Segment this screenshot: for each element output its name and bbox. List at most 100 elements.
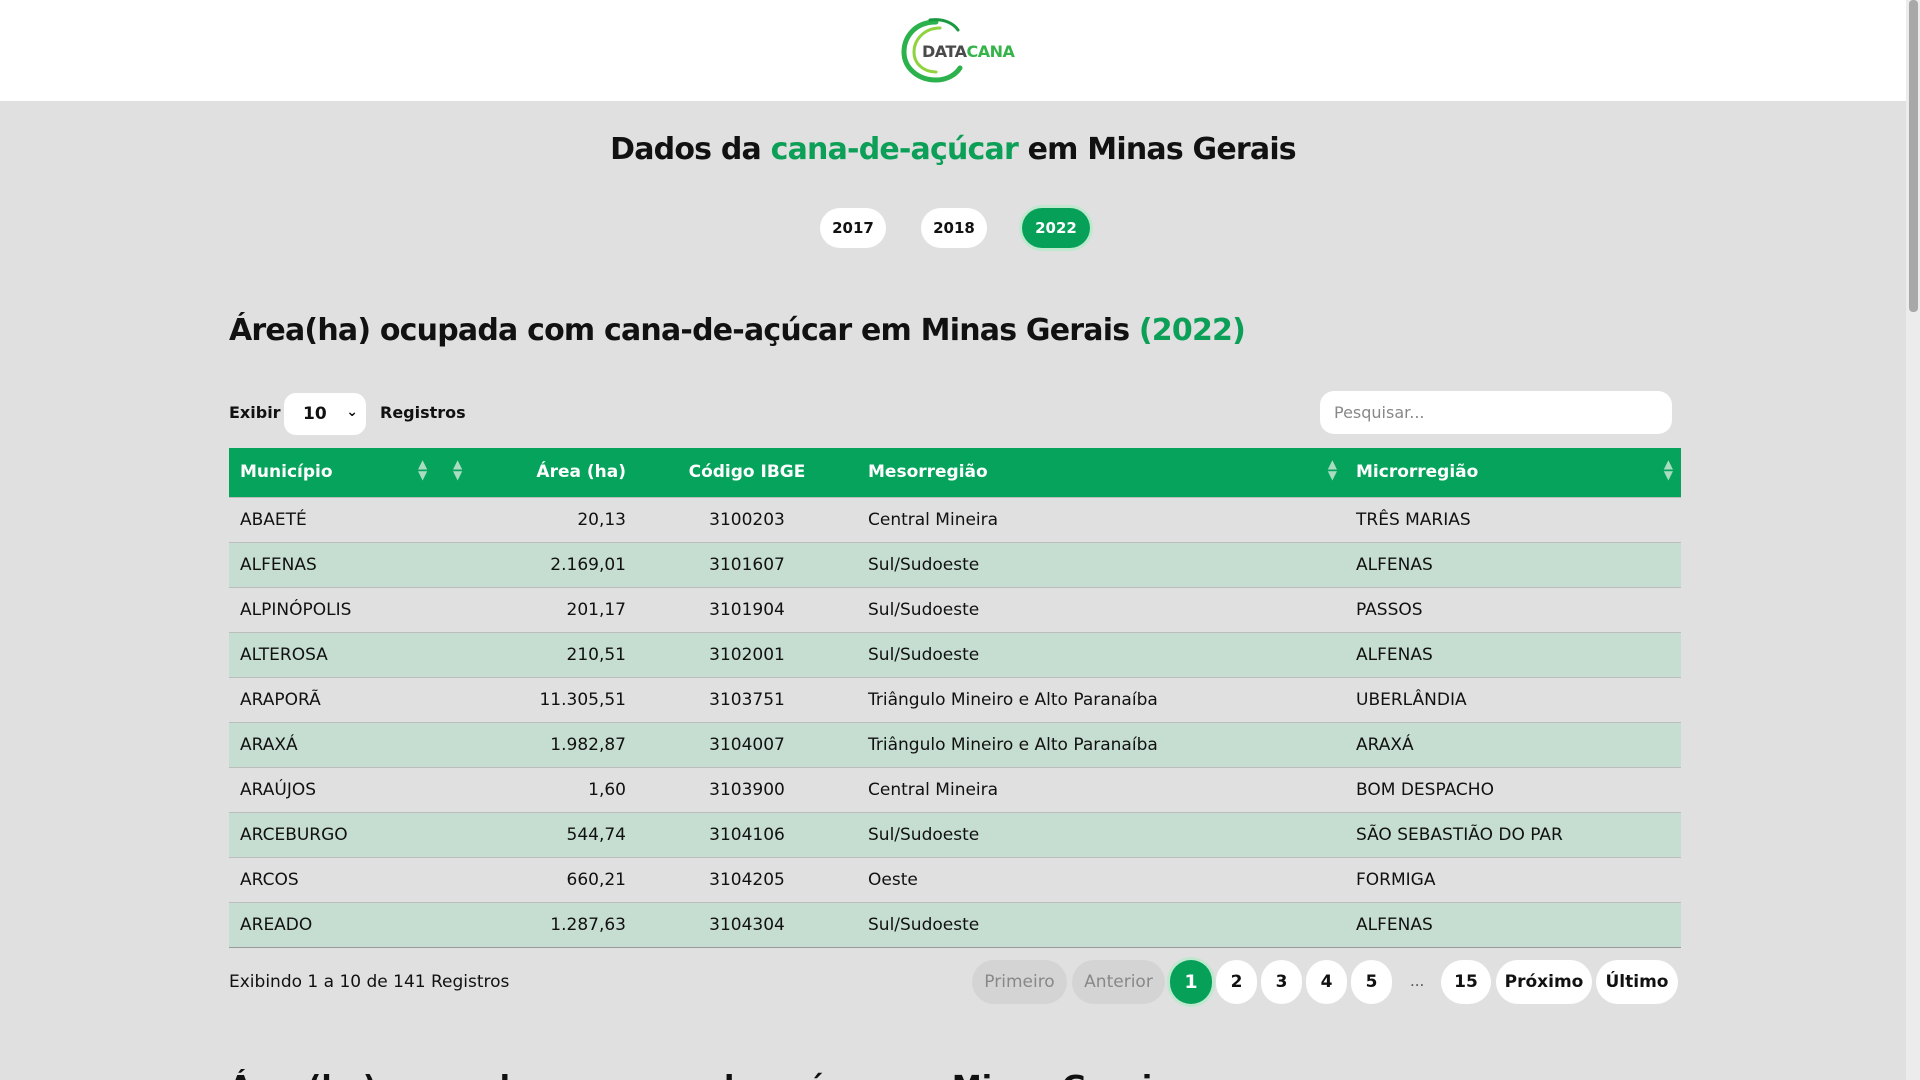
page-length-value: 10 xyxy=(303,404,327,424)
cell-area: 1.287,63 xyxy=(477,901,637,948)
table-row: ARCOS 660,21 3104205 Oeste FORMIGA xyxy=(229,856,1681,902)
table-row: ARCEBURGO 544,74 3104106 Sul/Sudoeste SÃ… xyxy=(229,811,1681,857)
table-row: ALFENAS 2.169,01 3101607 Sul/Sudoeste AL… xyxy=(229,541,1681,587)
page-button-4[interactable]: 4 xyxy=(1306,960,1347,1004)
table-row: ALTEROSA 210,51 3102001 Sul/Sudoeste ALF… xyxy=(229,631,1681,677)
cell-microrregiao: ALFENAS xyxy=(1345,631,1681,677)
page-button-2[interactable]: 2 xyxy=(1216,960,1257,1004)
search-input[interactable] xyxy=(1320,391,1672,434)
cell-codigo-ibge: 3104304 xyxy=(637,901,857,948)
cell-microrregiao: BOM DESPACHO xyxy=(1345,766,1681,812)
pagination-ellipsis: ... xyxy=(1410,972,1425,990)
page-button-15[interactable]: 15 xyxy=(1441,960,1491,1004)
cell-area: 11.305,51 xyxy=(477,676,637,722)
table-row: ABAETÉ 20,13 3100203 Central Mineira TRÊ… xyxy=(229,496,1681,542)
previous-page-button[interactable]: Anterior xyxy=(1072,960,1165,1004)
cell-municipio: ARCEBURGO xyxy=(229,811,477,857)
data-table: Município ▲ ▼ ▲ ▼ Área (ha) Código IBGE Me… xyxy=(229,448,1681,948)
cell-microrregiao: PASSOS xyxy=(1345,586,1681,632)
year-button-2017[interactable]: 2017 xyxy=(820,208,886,248)
sort-icon[interactable]: ▲ ▼ xyxy=(1664,458,1673,481)
cell-area: 1.982,87 xyxy=(477,721,637,767)
year-button-2022[interactable]: 2022 xyxy=(1022,208,1090,248)
sort-icon[interactable]: ▲ ▼ xyxy=(418,458,427,481)
table-row: ARAPORÃ 11.305,51 3103751 Triângulo Mine… xyxy=(229,676,1681,722)
datacana-logo[interactable]: DATACANA xyxy=(900,16,1015,86)
cell-microrregiao: FORMIGA xyxy=(1345,856,1681,902)
cell-codigo-ibge: 3104007 xyxy=(637,721,857,767)
records-info: Exibindo 1 a 10 de 141 Registros xyxy=(229,972,510,992)
show-label: Exibir xyxy=(229,403,281,422)
column-header-area[interactable]: Área (ha) xyxy=(477,448,637,497)
cell-municipio: ALPINÓPOLIS xyxy=(229,586,477,632)
cell-mesorregiao: Sul/Sudoeste xyxy=(857,586,1345,632)
cell-microrregiao: TRÊS MARIAS xyxy=(1345,496,1681,542)
sort-icon[interactable]: ▲ ▼ xyxy=(1328,458,1337,481)
cell-municipio: ALFENAS xyxy=(229,541,477,587)
first-page-button[interactable]: Primeiro xyxy=(972,960,1067,1004)
column-header-municipio[interactable]: Município ▲ ▼ ▲ ▼ xyxy=(229,448,477,497)
cell-municipio: ALTEROSA xyxy=(229,631,477,677)
page-length-select[interactable]: 10 ⌄ xyxy=(284,393,366,435)
column-header-codigo-ibge[interactable]: Código IBGE xyxy=(637,448,857,497)
logo-text: DATACANA xyxy=(922,42,1015,61)
cell-municipio: ARCOS xyxy=(229,856,477,902)
cell-mesorregiao: Central Mineira xyxy=(857,766,1345,812)
cell-mesorregiao: Central Mineira xyxy=(857,496,1345,542)
cell-codigo-ibge: 3102001 xyxy=(637,631,857,677)
cell-mesorregiao: Sul/Sudoeste xyxy=(857,541,1345,587)
table-row: ARAÚJOS 1,60 3103900 Central Mineira BOM… xyxy=(229,766,1681,812)
cell-area: 20,13 xyxy=(477,496,637,542)
cell-municipio: ARAÚJOS xyxy=(229,766,477,812)
cell-codigo-ibge: 3101904 xyxy=(637,586,857,632)
cell-mesorregiao: Sul/Sudoeste xyxy=(857,631,1345,677)
cell-microrregiao: ALFENAS xyxy=(1345,901,1681,948)
table-row: ALPINÓPOLIS 201,17 3101904 Sul/Sudoeste … xyxy=(229,586,1681,632)
last-page-button[interactable]: Último xyxy=(1596,960,1678,1004)
cell-municipio: ARAPORÃ xyxy=(229,676,477,722)
cell-municipio: ABAETÉ xyxy=(229,496,477,542)
page-button-3[interactable]: 3 xyxy=(1261,960,1302,1004)
cell-municipio: ARAXÁ xyxy=(229,721,477,767)
cell-microrregiao: ALFENAS xyxy=(1345,541,1681,587)
page-scrollbar[interactable] xyxy=(1906,0,1920,1080)
page-button-1[interactable]: 1 xyxy=(1170,960,1212,1004)
cell-codigo-ibge: 3103751 xyxy=(637,676,857,722)
column-header-microrregiao[interactable]: Microrregião ▲ ▼ xyxy=(1345,448,1681,497)
year-button-2018[interactable]: 2018 xyxy=(921,208,987,248)
column-header-mesorregiao[interactable]: Mesorregião ▲ ▼ xyxy=(857,448,1345,497)
cell-area: 544,74 xyxy=(477,811,637,857)
next-section-title-cutoff: Área(ha) ocupada com cana-de-açúcar em M… xyxy=(229,1066,1209,1080)
cell-mesorregiao: Sul/Sudoeste xyxy=(857,901,1345,948)
cell-area: 2.169,01 xyxy=(477,541,637,587)
cell-codigo-ibge: 3103900 xyxy=(637,766,857,812)
section-title: Área(ha) ocupada com cana-de-açúcar em M… xyxy=(229,313,1246,348)
cell-microrregiao: UBERLÂNDIA xyxy=(1345,676,1681,722)
table-header-row: Município ▲ ▼ ▲ ▼ Área (ha) Código IBGE Me… xyxy=(229,448,1681,497)
cell-mesorregiao: Oeste xyxy=(857,856,1345,902)
page-button-5[interactable]: 5 xyxy=(1351,960,1392,1004)
next-page-button[interactable]: Próximo xyxy=(1496,960,1592,1004)
page-title: Dados da cana-de-açúcar em Minas Gerais xyxy=(610,132,1297,167)
cell-mesorregiao: Sul/Sudoeste xyxy=(857,811,1345,857)
table-row: ARAXÁ 1.982,87 3104007 Triângulo Mineiro… xyxy=(229,721,1681,767)
cell-mesorregiao: Triângulo Mineiro e Alto Paranaíba xyxy=(857,721,1345,767)
cell-area: 1,60 xyxy=(477,766,637,812)
cell-mesorregiao: Triângulo Mineiro e Alto Paranaíba xyxy=(857,676,1345,722)
cutoff-title-text: Área(ha) ocupada com cana-de-açúcar em M… xyxy=(229,1070,1209,1080)
cell-codigo-ibge: 3100203 xyxy=(637,496,857,542)
cell-area: 201,17 xyxy=(477,586,637,632)
cell-microrregiao: ARAXÁ xyxy=(1345,721,1681,767)
site-header: DATACANA xyxy=(0,0,1906,101)
cell-codigo-ibge: 3104205 xyxy=(637,856,857,902)
cell-codigo-ibge: 3104106 xyxy=(637,811,857,857)
cell-codigo-ibge: 3101607 xyxy=(637,541,857,587)
sort-icon[interactable]: ▲ ▼ xyxy=(453,458,462,481)
cell-area: 210,51 xyxy=(477,631,637,677)
cell-area: 660,21 xyxy=(477,856,637,902)
cell-municipio: AREADO xyxy=(229,901,477,948)
scrollbar-thumb[interactable] xyxy=(1909,0,1918,312)
cell-microrregiao: SÃO SEBASTIÃO DO PAR xyxy=(1345,811,1681,857)
table-row: AREADO 1.287,63 3104304 Sul/Sudoeste ALF… xyxy=(229,901,1681,948)
chevron-down-icon: ⌄ xyxy=(346,404,358,420)
